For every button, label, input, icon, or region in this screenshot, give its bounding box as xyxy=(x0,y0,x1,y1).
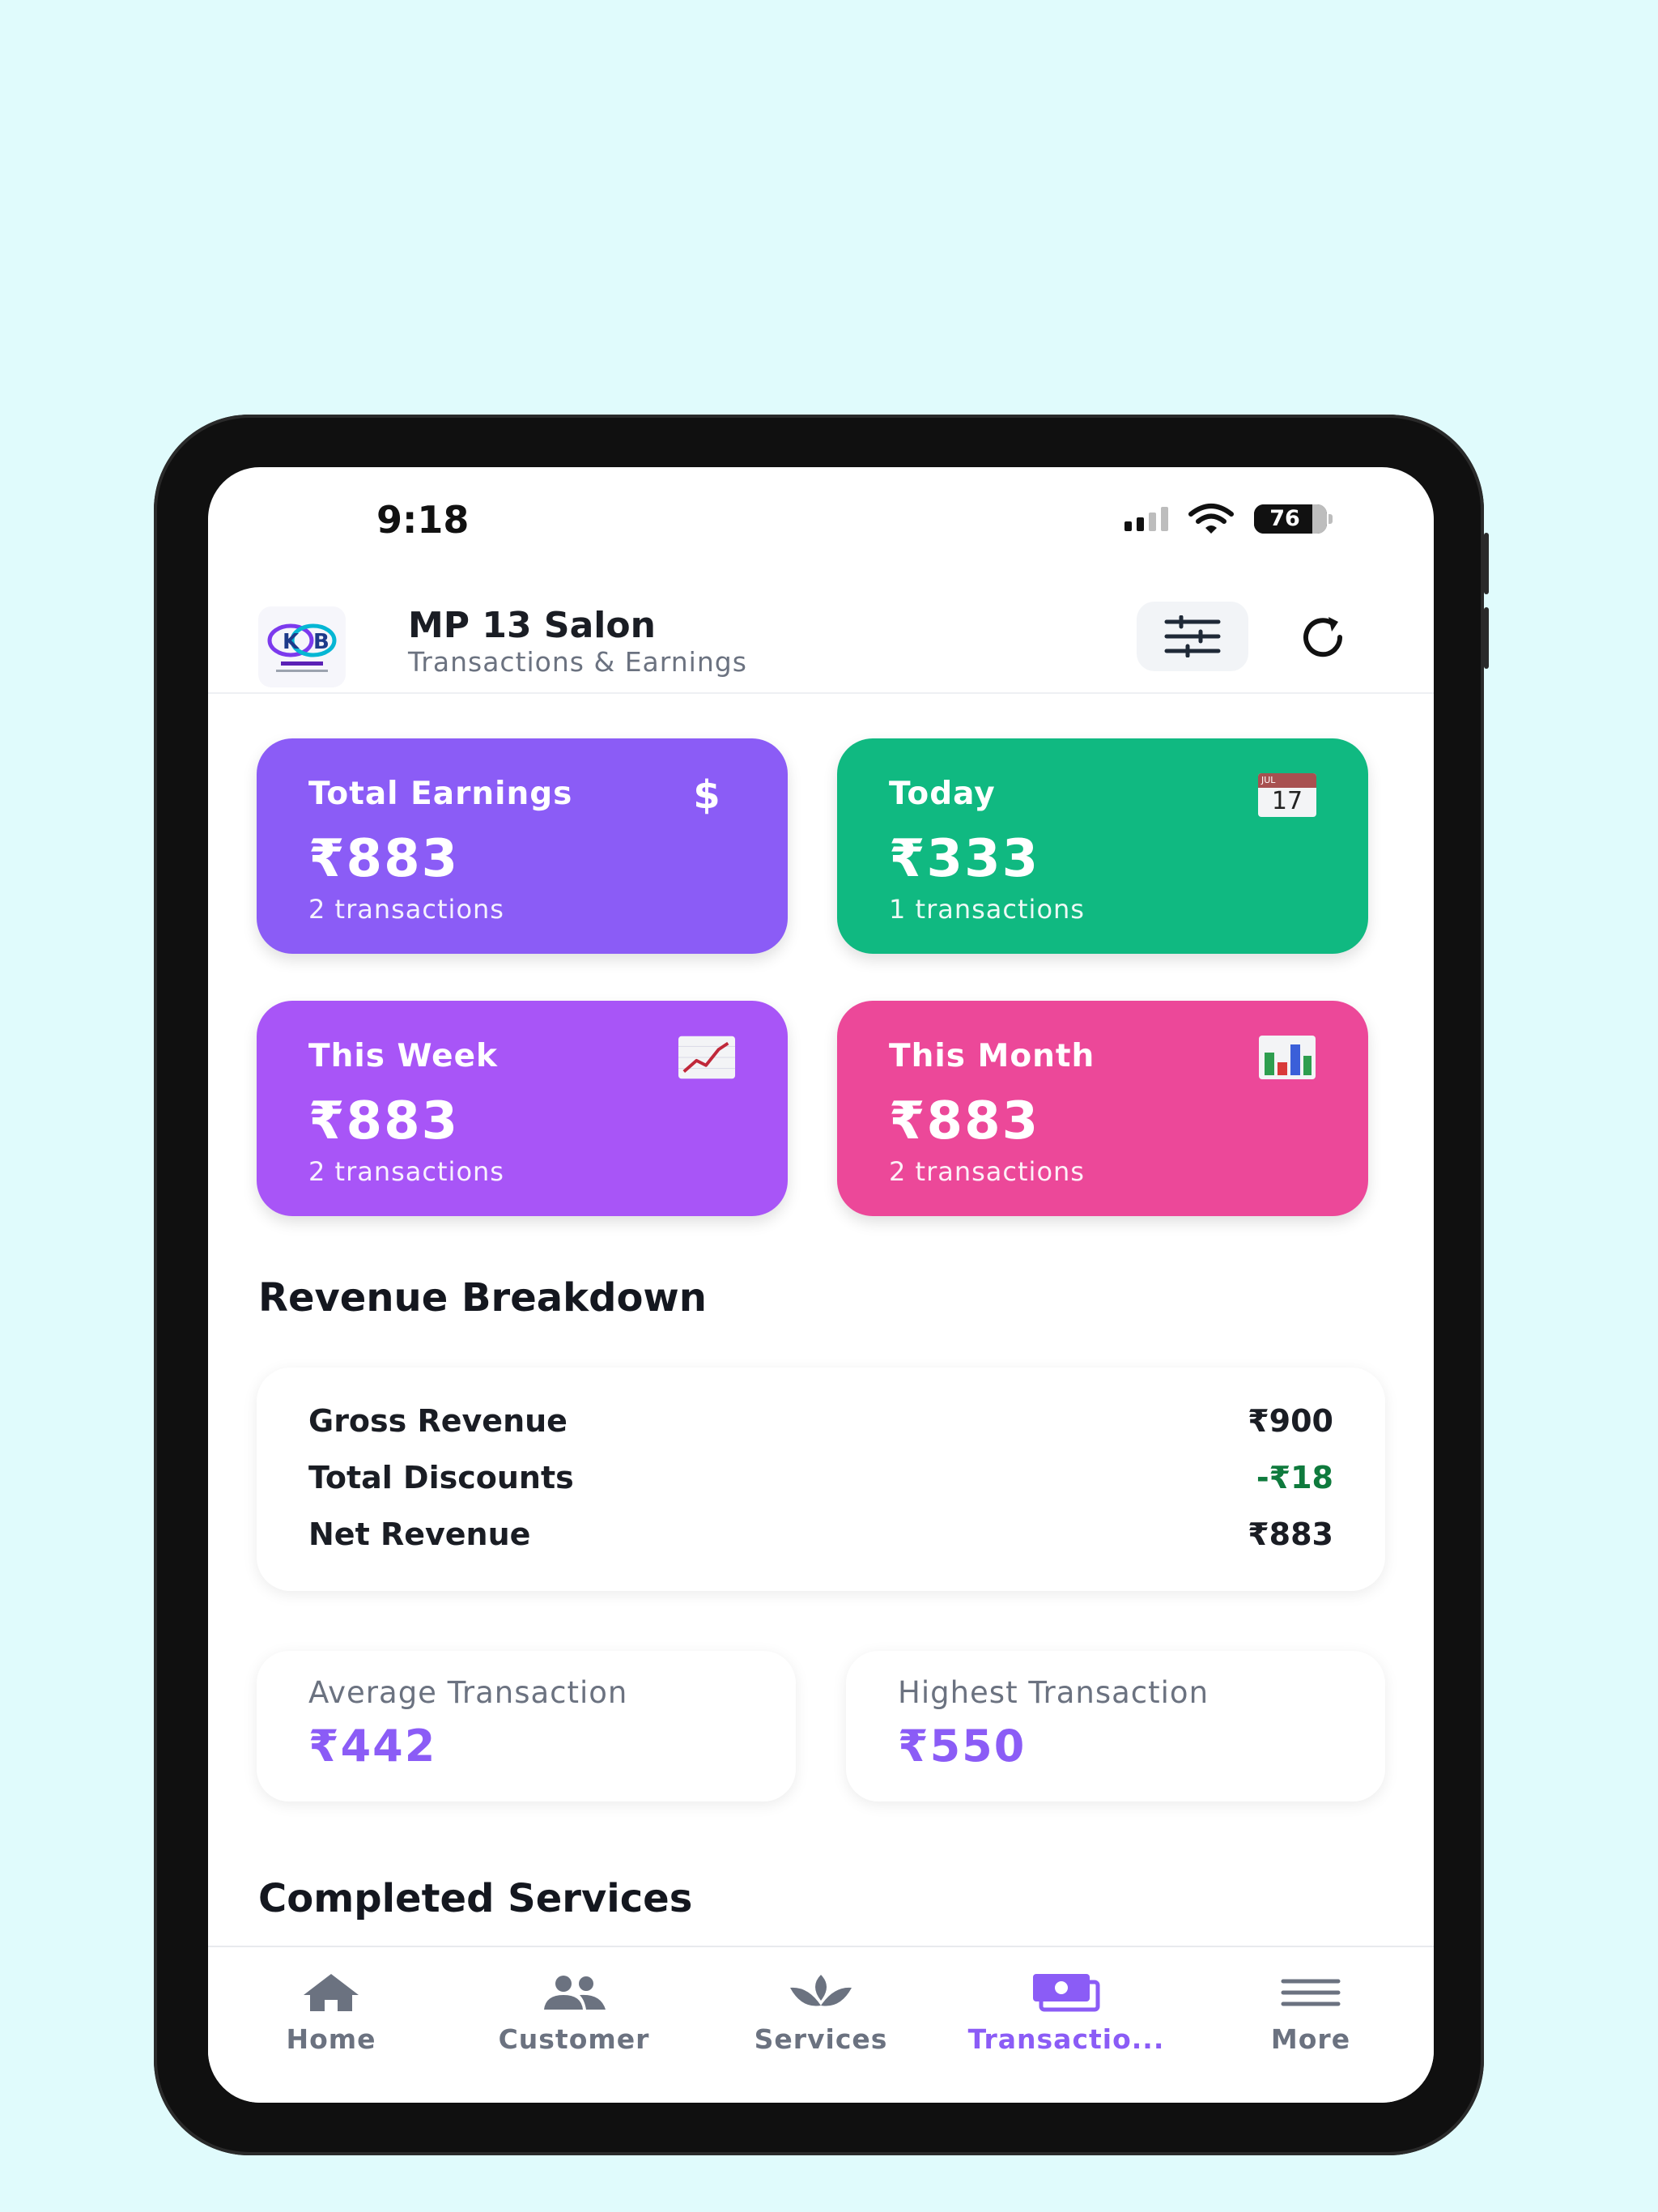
sliders-icon xyxy=(1164,615,1221,657)
this-week-card[interactable]: This Week ₹883 2 transactions xyxy=(257,1001,788,1216)
svg-text:K: K xyxy=(283,630,300,654)
stat-label: Average Transaction xyxy=(308,1675,628,1710)
revenue-breakdown-title: Revenue Breakdown xyxy=(258,1275,707,1321)
card-label: This Week xyxy=(308,1038,498,1074)
volume-button xyxy=(1484,607,1489,669)
card-amount: ₹333 xyxy=(889,829,1040,889)
volume-button xyxy=(1484,533,1489,594)
total-discounts-row: Total Discounts -₹18 xyxy=(308,1453,1333,1502)
row-value: ₹883 xyxy=(1248,1516,1333,1552)
tab-services[interactable]: Services xyxy=(699,1970,942,2055)
dollar-icon: $ xyxy=(693,772,721,818)
gross-revenue-row: Gross Revenue ₹900 xyxy=(308,1397,1333,1445)
total-earnings-card[interactable]: Total Earnings $ ₹883 2 transactions xyxy=(257,738,788,954)
menu-icon xyxy=(1189,1970,1432,2015)
battery-level: 76 xyxy=(1269,506,1300,531)
users-icon xyxy=(453,1970,695,2015)
status-indicators: 76 xyxy=(1124,503,1333,535)
tab-label: Services xyxy=(754,2023,888,2055)
net-revenue-row: Net Revenue ₹883 xyxy=(308,1510,1333,1559)
tab-home[interactable]: Home xyxy=(210,1970,453,2055)
row-label: Gross Revenue xyxy=(308,1403,568,1439)
bottom-tab-bar: Home Customer Services Transactio... Mor… xyxy=(208,1946,1434,2103)
cellular-signal-icon xyxy=(1124,507,1168,531)
tab-customer[interactable]: Customer xyxy=(453,1970,695,2055)
stat-value: ₹550 xyxy=(898,1721,1027,1772)
cash-icon xyxy=(945,1970,1188,2015)
status-time: 9:18 xyxy=(376,498,470,542)
row-label: Net Revenue xyxy=(308,1516,531,1552)
revenue-breakdown-card: Gross Revenue ₹900 Total Discounts -₹18 … xyxy=(257,1368,1385,1591)
completed-services-title: Completed Services xyxy=(258,1876,693,1921)
refresh-icon xyxy=(1303,617,1343,657)
page-subtitle: Transactions & Earnings xyxy=(408,646,747,678)
refresh-button[interactable] xyxy=(1289,603,1357,671)
stat-label: Highest Transaction xyxy=(898,1675,1209,1710)
tab-label: Home xyxy=(286,2023,376,2055)
battery-icon: 76 xyxy=(1254,504,1333,534)
tab-label: More xyxy=(1270,2023,1351,2055)
card-transactions: 2 transactions xyxy=(889,1156,1085,1187)
lotus-icon xyxy=(699,1970,942,2015)
card-transactions: 2 transactions xyxy=(308,1156,504,1187)
today-card[interactable]: Today JUL 17 ₹333 1 transactions xyxy=(837,738,1368,954)
stat-value: ₹442 xyxy=(308,1721,437,1772)
salon-name: MP 13 Salon xyxy=(408,605,656,646)
card-amount: ₹883 xyxy=(308,829,460,889)
trend-chart-icon xyxy=(678,1032,736,1083)
wifi-icon xyxy=(1188,504,1234,534)
app-screen: 9:18 76 K B MP 13 Salon Transactions & E… xyxy=(208,467,1434,2103)
card-label: This Month xyxy=(889,1038,1095,1074)
bar-chart-icon xyxy=(1258,1032,1316,1083)
average-transaction-card: Average Transaction ₹442 xyxy=(257,1651,796,1802)
tab-more[interactable]: More xyxy=(1189,1970,1432,2055)
row-value: ₹900 xyxy=(1248,1403,1333,1439)
svg-text:B: B xyxy=(313,630,329,654)
filter-button[interactable] xyxy=(1137,602,1248,671)
salon-logo: K B xyxy=(258,606,346,687)
calendar-icon: JUL 17 xyxy=(1258,769,1316,821)
card-transactions: 2 transactions xyxy=(308,894,504,925)
row-value: -₹18 xyxy=(1256,1460,1333,1495)
tab-label: Transactio... xyxy=(967,2023,1165,2055)
home-icon xyxy=(210,1970,453,2015)
this-month-card[interactable]: This Month ₹883 2 transactions xyxy=(837,1001,1368,1216)
card-label: Total Earnings xyxy=(308,776,573,812)
tab-label: Customer xyxy=(498,2023,650,2055)
highest-transaction-card: Highest Transaction ₹550 xyxy=(846,1651,1385,1802)
card-amount: ₹883 xyxy=(889,1091,1040,1151)
app-header: K B MP 13 Salon Transactions & Earnings xyxy=(208,589,1434,694)
tab-transactions[interactable]: Transactio... xyxy=(945,1970,1188,2055)
row-label: Total Discounts xyxy=(308,1460,574,1495)
card-amount: ₹883 xyxy=(308,1091,460,1151)
card-label: Today xyxy=(889,776,996,812)
card-transactions: 1 transactions xyxy=(889,894,1085,925)
